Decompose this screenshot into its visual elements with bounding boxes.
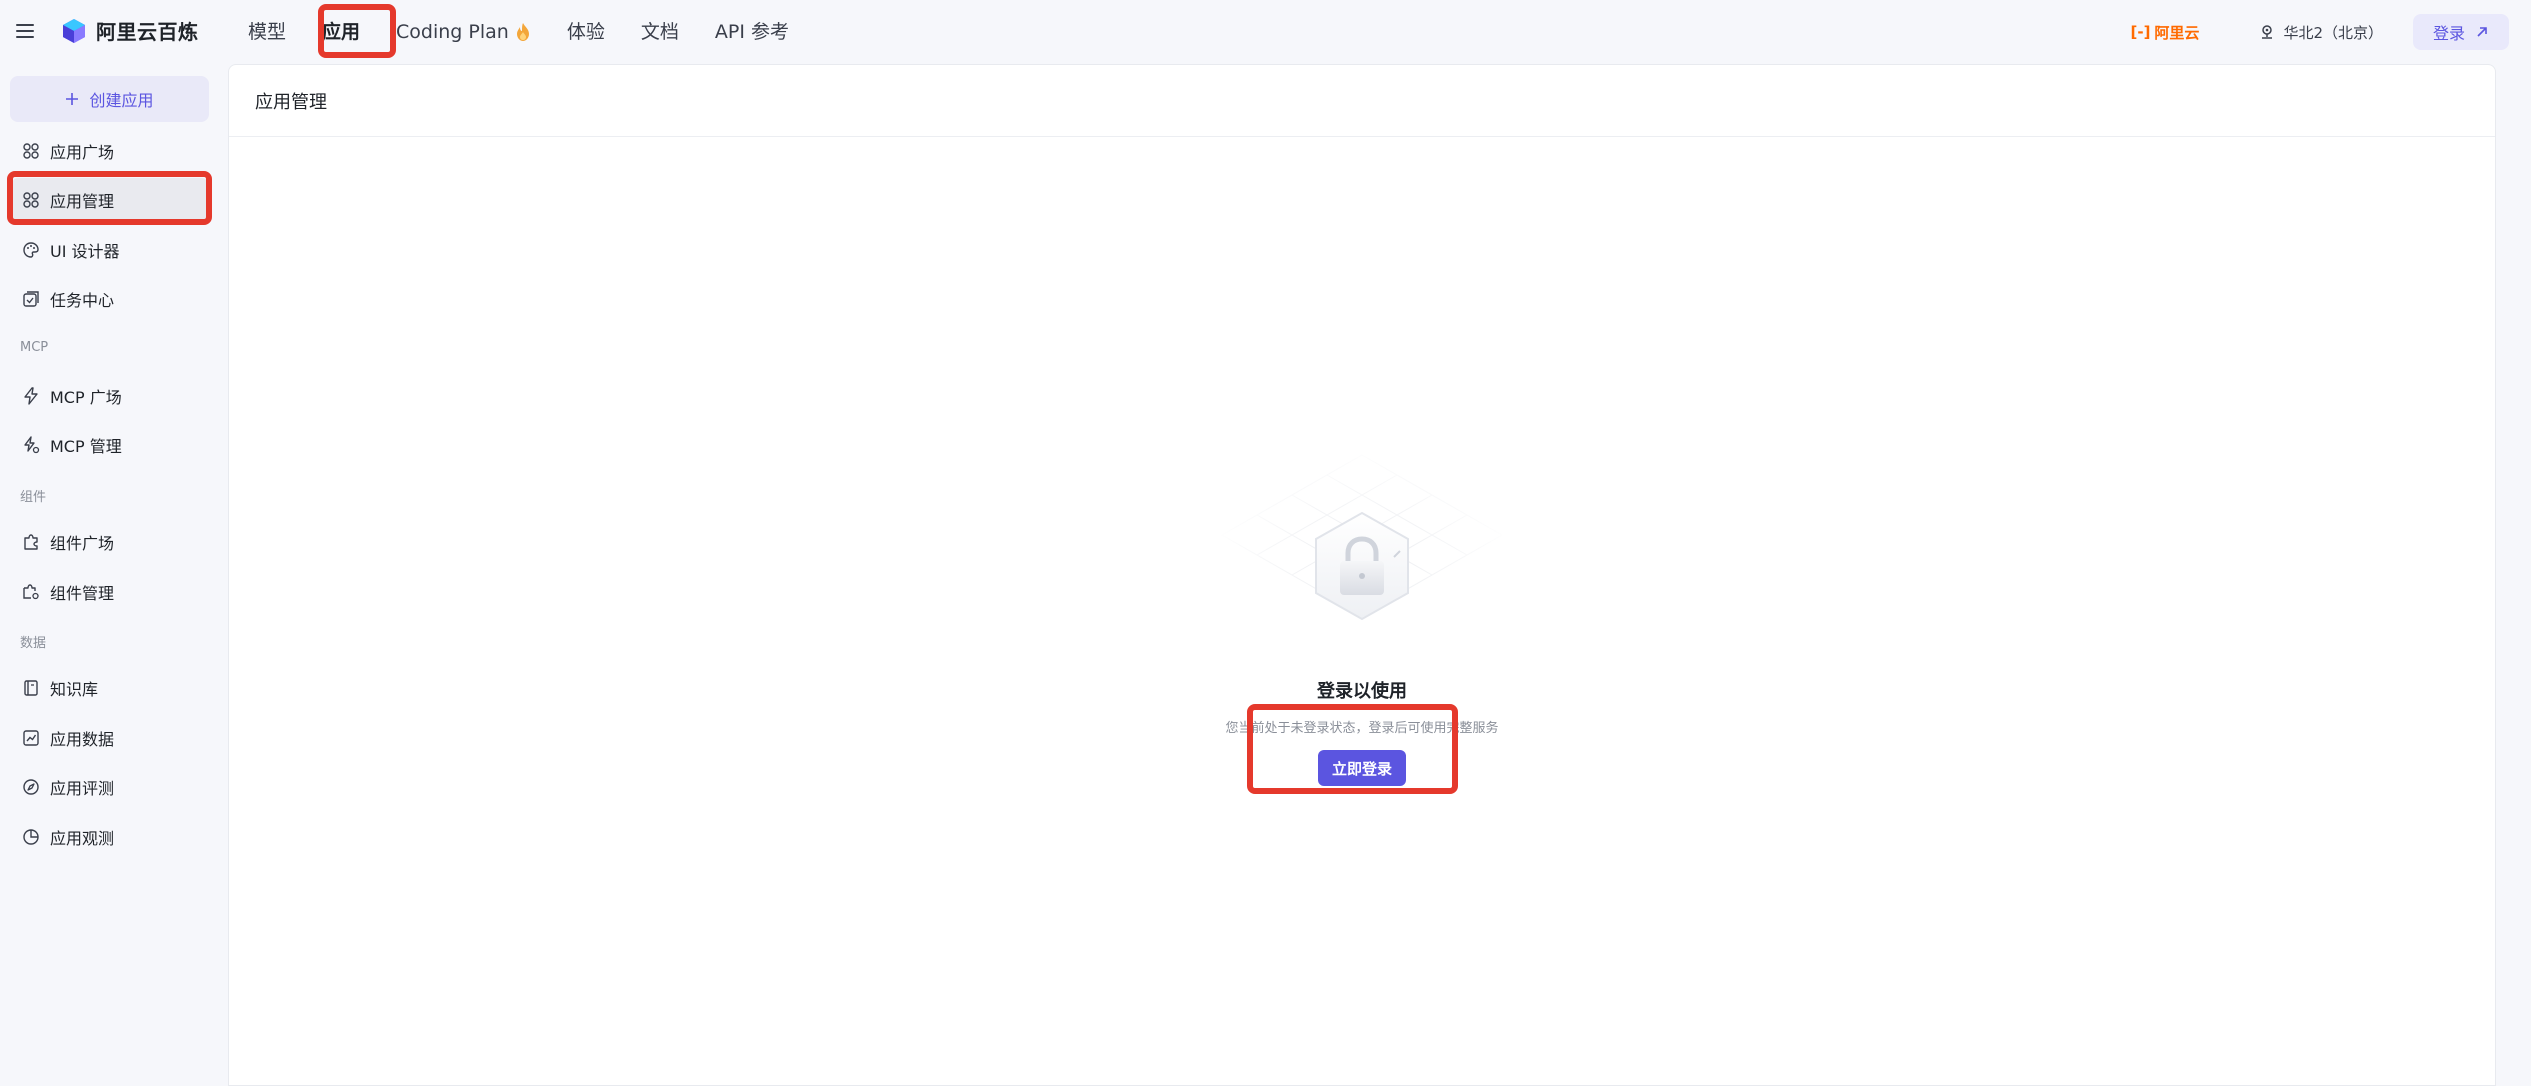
pie-chart-icon bbox=[23, 829, 39, 845]
nav-experience[interactable]: 体验 bbox=[549, 10, 623, 54]
sidebar-group-components: 组件 bbox=[20, 490, 47, 505]
sidebar-item-task-center[interactable]: 任务中心 bbox=[12, 277, 208, 321]
top-bar: 阿里云百炼 模型 应用 Coding Plan 体验 文档 API 参考 [-]… bbox=[0, 0, 2531, 64]
sidebar-item-mcp-plaza[interactable]: MCP 广场 bbox=[12, 374, 208, 418]
sidebar-item-knowledge-base[interactable]: 知识库 bbox=[12, 666, 208, 710]
puzzle-icon bbox=[24, 534, 38, 550]
palette-icon bbox=[23, 242, 39, 258]
lightning-icon bbox=[24, 387, 38, 405]
lock-illustration-icon bbox=[1212, 445, 1512, 675]
puzzle-gear-icon bbox=[23, 584, 39, 600]
apps-grid-icon bbox=[23, 192, 39, 208]
aliyun-logo-icon: [-] bbox=[2130, 23, 2151, 41]
sidebar-group-data: 数据 bbox=[20, 636, 47, 651]
sidebar-label: MCP 广场 bbox=[50, 388, 122, 407]
header-login-button[interactable]: 登录 bbox=[2412, 14, 2509, 50]
nav-experience-label: 体验 bbox=[566, 21, 605, 43]
brand-name: 阿里云百炼 bbox=[96, 20, 199, 44]
arrow-up-right-icon bbox=[2477, 27, 2487, 37]
task-check-icon bbox=[23, 291, 39, 307]
sidebar: 创建应用 应用广场 应用管理 UI 设计器 任务中心 MCP MCP 广场 MC… bbox=[0, 64, 222, 1086]
nav-models[interactable]: 模型 bbox=[230, 10, 304, 54]
bailian-logo-icon bbox=[63, 18, 85, 43]
login-now-button[interactable]: 立即登录 bbox=[1317, 750, 1406, 786]
sidebar-item-ui-designer[interactable]: UI 设计器 bbox=[12, 228, 208, 272]
sidebar-item-app-eval[interactable]: 应用评测 bbox=[12, 765, 208, 809]
header-login-label: 登录 bbox=[2432, 24, 2465, 43]
hamburger-menu-icon[interactable] bbox=[14, 20, 36, 42]
nav-docs[interactable]: 文档 bbox=[623, 10, 697, 54]
sidebar-item-app-manage[interactable]: 应用管理 bbox=[12, 178, 208, 222]
main-panel: 应用管理 登录以使用 您当前处于未登录状态，登录后可使用完整服务 立即登录 bbox=[228, 64, 2496, 1086]
sidebar-label: 组件管理 bbox=[50, 584, 115, 603]
sidebar-item-app-plaza[interactable]: 应用广场 bbox=[12, 129, 208, 173]
nav-apps-label: 应用 bbox=[322, 21, 361, 43]
nav-api-reference[interactable]: API 参考 bbox=[697, 10, 807, 54]
compass-icon bbox=[23, 779, 39, 795]
create-app-button[interactable]: 创建应用 bbox=[10, 76, 209, 122]
brand[interactable]: 阿里云百炼 bbox=[60, 16, 199, 45]
top-right-tools: [-] 阿里云 华北2（北京） 登录 bbox=[2130, 0, 2531, 64]
nav-coding-plan[interactable]: Coding Plan bbox=[378, 10, 549, 54]
empty-title: 登录以使用 bbox=[1317, 681, 1407, 702]
region-label: 华北2（北京） bbox=[2283, 23, 2383, 42]
sidebar-label: 应用广场 bbox=[50, 143, 115, 162]
page-title: 应用管理 bbox=[229, 65, 2495, 137]
sidebar-label: MCP 管理 bbox=[50, 437, 122, 456]
nav-apps[interactable]: 应用 bbox=[304, 10, 378, 54]
empty-description: 您当前处于未登录状态，登录后可使用完整服务 bbox=[1225, 721, 1499, 736]
sidebar-label: 知识库 bbox=[50, 680, 99, 699]
sidebar-group-mcp: MCP bbox=[20, 340, 49, 355]
top-nav: 模型 应用 Coding Plan 体验 文档 API 参考 bbox=[230, 0, 807, 64]
sidebar-label: 应用评测 bbox=[50, 779, 115, 798]
nav-api-reference-label: API 参考 bbox=[714, 21, 789, 43]
create-app-label: 创建应用 bbox=[89, 91, 154, 110]
nav-coding-plan-label: Coding Plan bbox=[396, 21, 509, 43]
sidebar-item-mcp-manage[interactable]: MCP 管理 bbox=[12, 423, 208, 467]
sidebar-label: 应用数据 bbox=[50, 730, 115, 749]
nav-docs-label: 文档 bbox=[640, 21, 679, 43]
location-icon bbox=[2262, 25, 2273, 39]
nav-models-label: 模型 bbox=[248, 21, 287, 43]
sidebar-item-component-plaza[interactable]: 组件广场 bbox=[12, 520, 208, 564]
lightning-gear-icon bbox=[24, 436, 40, 454]
flame-icon bbox=[516, 23, 529, 41]
book-icon bbox=[24, 680, 38, 696]
apps-grid-icon bbox=[23, 143, 39, 159]
sidebar-label: 应用观测 bbox=[50, 829, 115, 848]
sidebar-label: 任务中心 bbox=[50, 291, 115, 310]
sidebar-item-app-observe[interactable]: 应用观测 bbox=[12, 815, 208, 859]
plus-icon bbox=[66, 93, 79, 105]
aliyun-link[interactable]: [-] 阿里云 bbox=[2130, 22, 2199, 43]
sidebar-label: UI 设计器 bbox=[50, 242, 120, 261]
line-chart-icon bbox=[23, 730, 39, 746]
region-selector[interactable]: 华北2（北京） bbox=[2259, 22, 2383, 43]
sidebar-item-component-manage[interactable]: 组件管理 bbox=[12, 570, 208, 614]
sidebar-label: 组件广场 bbox=[50, 534, 115, 553]
empty-state: 登录以使用 您当前处于未登录状态，登录后可使用完整服务 立即登录 bbox=[229, 445, 2495, 786]
sidebar-item-app-data[interactable]: 应用数据 bbox=[12, 716, 208, 760]
sidebar-label: 应用管理 bbox=[50, 192, 115, 211]
aliyun-label: 阿里云 bbox=[2154, 23, 2200, 42]
